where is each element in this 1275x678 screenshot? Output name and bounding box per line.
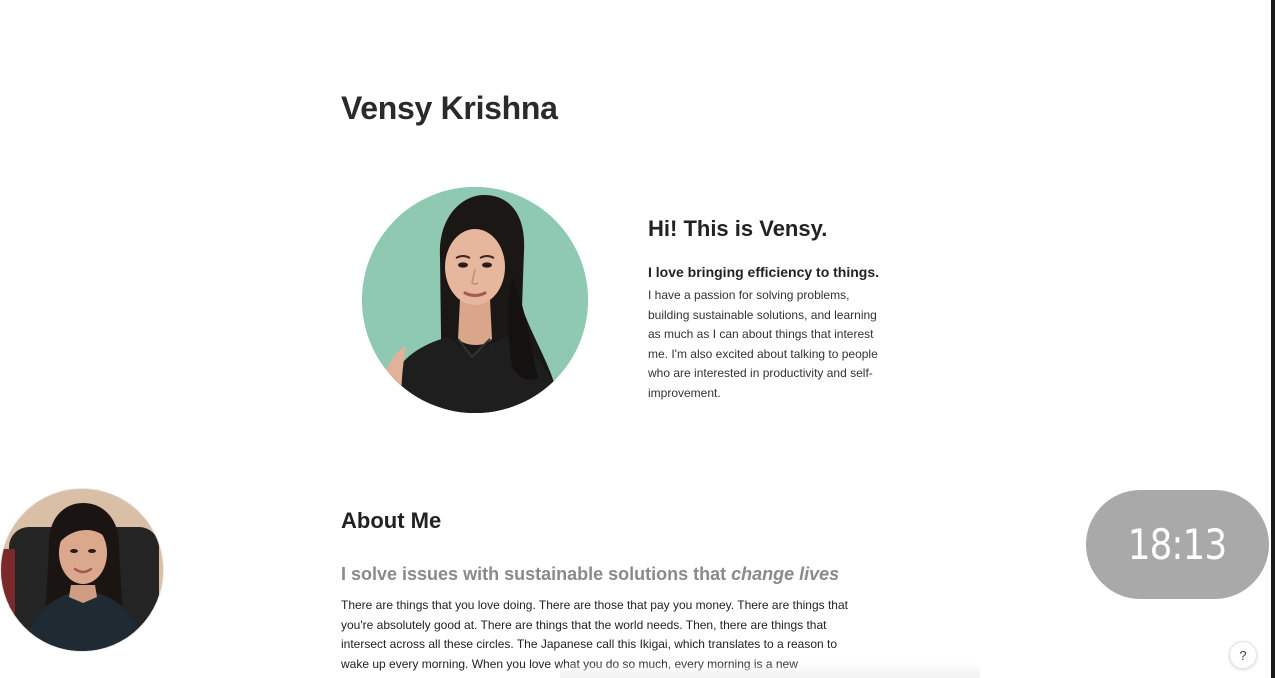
clock-widget[interactable]: 18:13 — [1086, 490, 1269, 599]
webcam-feed — [1, 489, 163, 651]
about-heading: About Me — [341, 508, 442, 533]
profile-photo-illustration — [362, 187, 588, 413]
question-mark-icon: ? — [1239, 647, 1247, 663]
page: Vensy Krishna Hi! This is Vensy. I love … — [0, 0, 1275, 678]
about-tagline-text: I solve issues with sustainable solution… — [341, 564, 732, 584]
help-button[interactable]: ? — [1229, 641, 1257, 669]
webcam-overlay[interactable] — [0, 488, 164, 652]
intro-subheading: I love bringing efficiency to things. — [648, 264, 880, 280]
clock-time: 18:13 — [1128, 520, 1227, 569]
intro-body: I have a passion for solving problems, b… — [648, 288, 878, 400]
window-edge — [1271, 0, 1275, 678]
scroll-fade — [560, 662, 980, 678]
about-tagline: I solve issues with sustainable solution… — [341, 564, 839, 585]
intro-heading: Hi! This is Vensy. — [648, 216, 828, 241]
about-tagline-emphasis: change lives — [731, 564, 840, 584]
profile-photo — [362, 187, 588, 413]
intro-section: Hi! This is Vensy. I love bringing effic… — [648, 216, 910, 403]
page-title: Vensy Krishna — [341, 90, 558, 126]
